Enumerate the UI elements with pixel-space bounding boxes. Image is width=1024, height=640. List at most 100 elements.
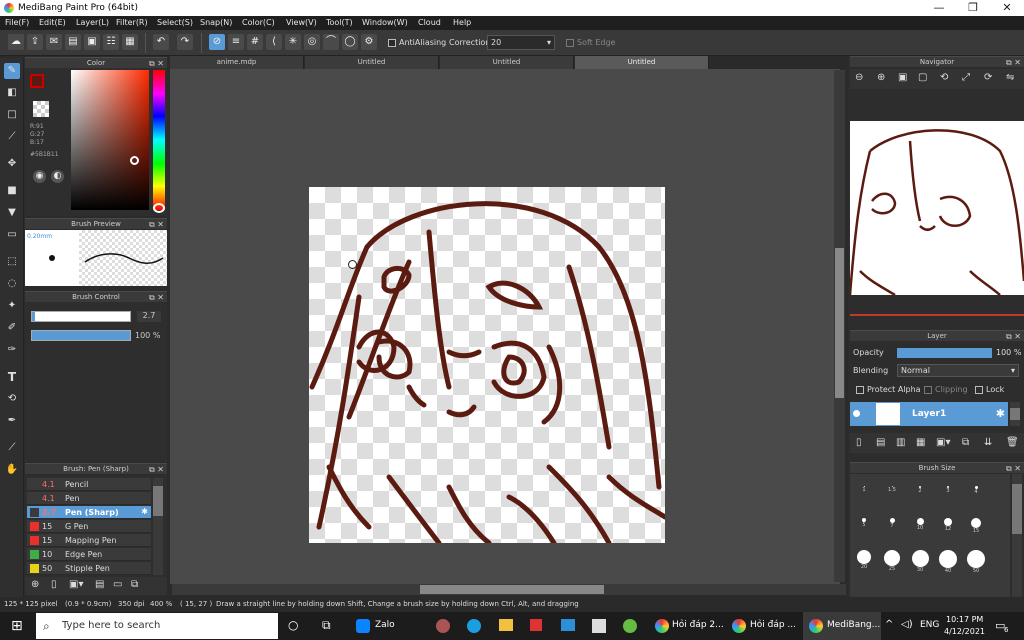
zoom-in-icon[interactable]: ⊕ bbox=[877, 72, 885, 83]
gear-icon[interactable]: ✱ bbox=[141, 507, 148, 516]
menu-layer[interactable]: Layer(L) bbox=[76, 18, 109, 27]
lock-checkbox[interactable] bbox=[975, 386, 983, 394]
menu-help[interactable]: Help bbox=[453, 18, 471, 27]
primary-color-swatch[interactable] bbox=[30, 74, 44, 88]
menu-cloud[interactable]: Cloud bbox=[418, 18, 441, 27]
saturation-value-picker[interactable] bbox=[71, 70, 149, 210]
fit-icon[interactable]: ▣ bbox=[898, 72, 907, 83]
size-4[interactable]: 4 bbox=[964, 489, 988, 495]
new-brush-icon[interactable]: ▯ bbox=[51, 579, 57, 590]
taskbar-active-app[interactable]: MediBang... bbox=[803, 612, 881, 640]
size-1[interactable]: 1 bbox=[852, 487, 876, 493]
zoom-out-icon[interactable]: ⊖ bbox=[855, 72, 863, 83]
snap-off-icon[interactable]: ⊘ bbox=[209, 34, 225, 50]
color-history-icon[interactable]: ◐ bbox=[51, 170, 64, 183]
chevron-up-icon[interactable]: ^ bbox=[885, 619, 893, 630]
rotate-right-icon[interactable]: ⟳ bbox=[984, 72, 992, 83]
clock-time[interactable]: 10:17 PM bbox=[946, 615, 983, 624]
correction-select[interactable]: 20 ▾ bbox=[487, 35, 555, 50]
app-icon-2[interactable] bbox=[530, 619, 542, 631]
size-10[interactable]: 10 bbox=[908, 525, 932, 531]
cortana-icon[interactable]: ○ bbox=[288, 618, 298, 632]
blending-select[interactable]: Normal ▾ bbox=[897, 364, 1019, 377]
edge-icon[interactable] bbox=[467, 619, 481, 633]
size-5[interactable]: 5 bbox=[852, 522, 876, 528]
taskbar-task2[interactable]: Hỏi đáp ... bbox=[750, 620, 796, 630]
protect-alpha-checkbox[interactable] bbox=[856, 386, 864, 394]
menu-select[interactable]: Select(S) bbox=[157, 18, 193, 27]
navigator-preview[interactable] bbox=[850, 121, 1024, 295]
layer-menu-icon[interactable]: ▣▾ bbox=[936, 437, 950, 448]
new-8bit-layer-icon[interactable]: ▥ bbox=[896, 437, 905, 448]
layer-scrollbar[interactable] bbox=[1010, 402, 1020, 426]
bucket-tool-icon[interactable]: ▼ bbox=[4, 205, 20, 221]
drawing-canvas[interactable] bbox=[309, 187, 668, 546]
brush-list-scrollbar[interactable] bbox=[153, 478, 163, 575]
fill-rect-tool-icon[interactable]: ■ bbox=[4, 183, 20, 199]
share-icon[interactable]: ⇪ bbox=[27, 34, 43, 50]
menu-filter[interactable]: Filter(R) bbox=[116, 18, 148, 27]
select-tool-icon[interactable]: ⬚ bbox=[4, 254, 20, 270]
size-15[interactable]: 15 bbox=[964, 528, 988, 534]
transparent-swatch[interactable] bbox=[33, 101, 49, 117]
new-halftone-layer-icon[interactable]: ▤ bbox=[876, 437, 885, 448]
eyedropper-icon[interactable]: ⟋ bbox=[4, 440, 20, 456]
curve-snap-icon[interactable]: ⌒ bbox=[323, 34, 339, 50]
size-40[interactable]: 40 bbox=[936, 568, 960, 574]
trash-icon[interactable]: 🗑 bbox=[1006, 437, 1019, 448]
file-icon[interactable]: ▤ bbox=[65, 34, 81, 50]
taskbar-zalo[interactable]: Zalo bbox=[375, 620, 395, 630]
select-pen-icon[interactable]: ✐ bbox=[4, 320, 20, 336]
clipping-checkbox[interactable] bbox=[924, 386, 932, 394]
brush-item-mapping-pen[interactable]: 15 Mapping Pen bbox=[27, 534, 151, 547]
parallel-snap-icon[interactable]: ≡ bbox=[228, 34, 244, 50]
save-icon[interactable]: ▣ bbox=[84, 34, 100, 50]
size-2[interactable]: 2 bbox=[908, 488, 932, 494]
windows-start-icon[interactable]: ⊞ bbox=[11, 618, 23, 634]
undo-icon[interactable]: ↶ bbox=[153, 34, 169, 50]
hue-slider[interactable] bbox=[153, 70, 165, 213]
gear-icon[interactable]: ✱ bbox=[996, 407, 1005, 420]
comment-icon[interactable]: ✉ bbox=[46, 34, 62, 50]
file-explorer-icon[interactable] bbox=[499, 619, 513, 631]
size-3[interactable]: 3 bbox=[936, 488, 960, 494]
grid-icon[interactable]: ☷ bbox=[103, 34, 119, 50]
cloud-icon[interactable]: ☁ bbox=[8, 34, 24, 50]
flip-icon[interactable]: ⇋ bbox=[1006, 72, 1014, 83]
palette-icon[interactable]: ◉ bbox=[33, 170, 46, 183]
copy-icon[interactable]: ⧉ bbox=[131, 579, 138, 590]
actual-size-icon[interactable]: ▢ bbox=[918, 72, 927, 83]
maximize-button[interactable]: ❐ bbox=[958, 1, 988, 15]
brush-tool-icon[interactable]: ✎ bbox=[4, 63, 20, 79]
brush-item-stipple-pen[interactable]: 50 Stipple Pen bbox=[27, 562, 151, 575]
text-tool-icon[interactable]: T bbox=[4, 369, 20, 385]
lasso-tool-icon[interactable]: ◌ bbox=[4, 276, 20, 292]
panel-close-icon[interactable]: ⧉ ✕ bbox=[149, 464, 164, 475]
layer-row[interactable]: Layer1 ✱ bbox=[850, 402, 1008, 426]
mail-icon[interactable] bbox=[561, 619, 575, 631]
language-indicator[interactable]: ENG bbox=[920, 620, 939, 630]
menu-color[interactable]: Color(C) bbox=[242, 18, 275, 27]
folder-icon[interactable]: ▭ bbox=[113, 579, 122, 590]
radial-snap-icon[interactable]: ✳ bbox=[285, 34, 301, 50]
layout-icon[interactable]: ▦ bbox=[122, 34, 138, 50]
size-20[interactable]: 20 bbox=[852, 564, 876, 570]
grid-snap-icon[interactable]: # bbox=[247, 34, 263, 50]
brush-item-pencil[interactable]: 4.1 Pencil bbox=[27, 478, 151, 491]
tab-untitled-1[interactable]: Untitled bbox=[305, 56, 439, 69]
brush-size-slider[interactable] bbox=[31, 311, 131, 322]
horizontal-scrollbar[interactable] bbox=[172, 584, 846, 595]
snap-settings-icon[interactable]: ⚙ bbox=[361, 34, 377, 50]
minimize-button[interactable]: — bbox=[924, 1, 954, 15]
app-icon-3[interactable] bbox=[623, 619, 637, 633]
divide-tool-icon[interactable]: ⟲ bbox=[4, 391, 20, 407]
panel-close-icon[interactable]: ⧉ ✕ bbox=[1006, 57, 1021, 68]
perspective-snap-icon[interactable]: ⟨ bbox=[266, 34, 282, 50]
rotate-left-icon[interactable]: ⟲ bbox=[940, 72, 948, 83]
new-1bit-layer-icon[interactable]: ▦ bbox=[916, 437, 925, 448]
brush-size-scrollbar[interactable] bbox=[1012, 474, 1022, 597]
line-tool-icon[interactable]: ⟋ bbox=[4, 129, 20, 145]
tab-untitled-2[interactable]: Untitled bbox=[440, 56, 574, 69]
size-7[interactable]: 7 bbox=[880, 523, 904, 529]
size-25[interactable]: 25 bbox=[880, 566, 904, 572]
